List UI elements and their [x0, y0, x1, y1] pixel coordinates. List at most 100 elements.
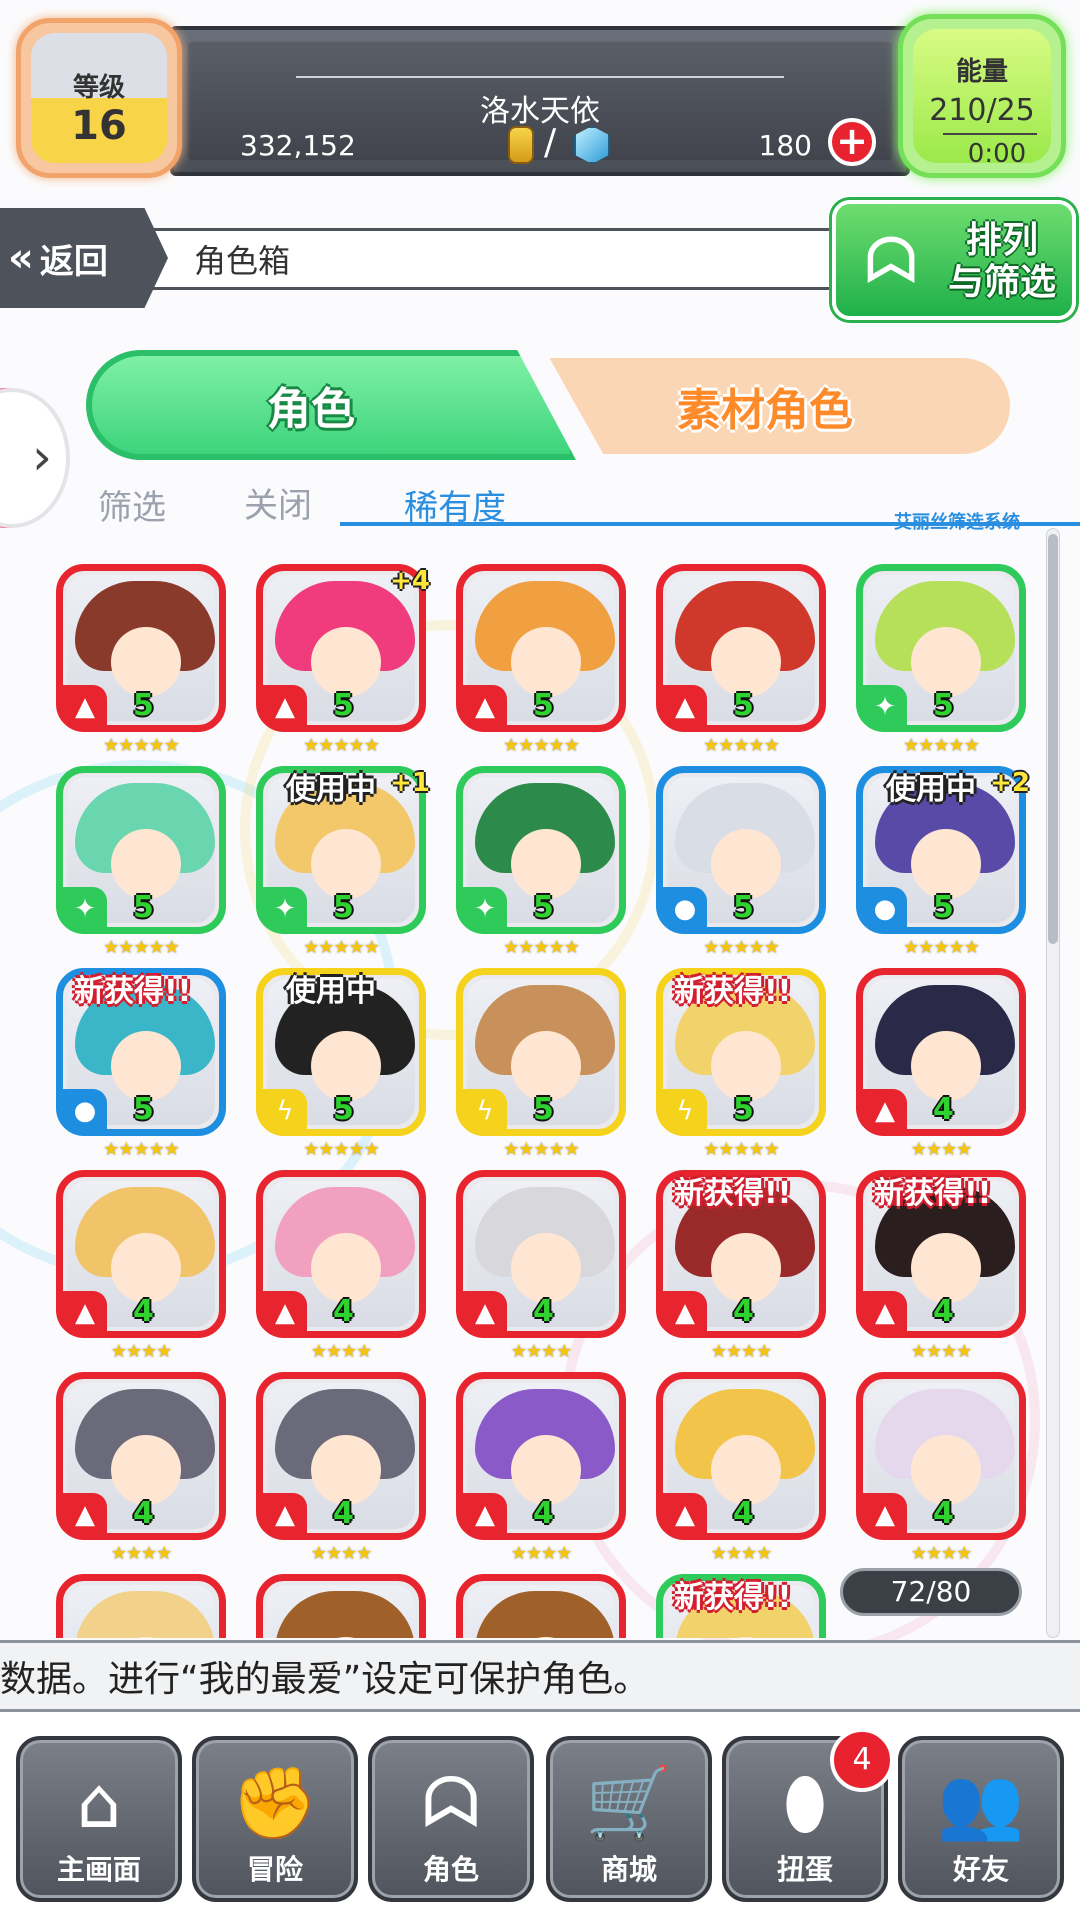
purchase-plus-button[interactable]: + [828, 118, 876, 166]
rarity-value: 5 [533, 688, 554, 723]
character-card[interactable]: ● 5 ★★★★★ +2 使用中 [856, 766, 1030, 958]
energy-timer: 0:00 [967, 139, 1027, 169]
nav-button-handshake[interactable]: ✊ 冒险 [192, 1736, 358, 1902]
character-card[interactable]: ● 5 ★★★★★ [656, 766, 826, 958]
energy-value: 210/25 [929, 93, 1035, 128]
character-card[interactable]: ● 5 ★★★★★ 新获得!! [56, 968, 226, 1160]
character-card[interactable]: ▲ 5 ★★★★★ [56, 564, 226, 756]
in-use-badge: 使用中 [286, 772, 376, 807]
fire-element-icon: ▲ [63, 1493, 107, 1537]
energy-panel: 能量 210/25 0:00 [913, 29, 1051, 169]
currency-separator: / [544, 122, 557, 163]
rarity-stars: ★★★★ [510, 1341, 573, 1362]
character-card[interactable]: ▲ 4 ★★★★ [56, 1170, 226, 1362]
rarity-stars: ★★★★★ [903, 735, 980, 756]
character-card[interactable]: ▲ 4 ★★★★ [856, 1372, 1026, 1564]
fire-element-icon: ▲ [263, 685, 307, 729]
rarity-value: 5 [733, 1092, 754, 1127]
water-element-icon: ● [663, 887, 707, 931]
tab-characters[interactable]: 角色 [86, 350, 576, 460]
rarity-stars: ★★★★★ [103, 735, 180, 756]
character-card[interactable]: ▲ 5 ★★★★★ [456, 564, 626, 756]
divider [943, 133, 1037, 135]
character-card[interactable]: ▲ 4 ★★★★ 新获得!! [656, 1170, 826, 1362]
rarity-value: 5 [133, 688, 154, 723]
character-card[interactable]: ϟ 5 ★★★★★ 使用中 [256, 968, 426, 1160]
energy-badge[interactable]: 能量 210/25 0:00 [898, 14, 1066, 178]
character-card[interactable]: ▲ 4 ★★★★ [656, 1372, 826, 1564]
character-card[interactable]: ▲ [56, 1574, 226, 1638]
character-card[interactable]: ▲ 4 ★★★★ [56, 1372, 226, 1564]
character-card[interactable]: ▲ 4 ★★★★ 新获得!! [856, 1170, 1026, 1362]
character-card[interactable]: ▲ [256, 1574, 426, 1638]
rarity-value: 4 [733, 1294, 754, 1329]
portrait-face [511, 1031, 581, 1101]
handshake-icon: ✊ [231, 1762, 319, 1844]
character-card[interactable]: ▲ 4 ★★★★ [456, 1372, 626, 1564]
character-card[interactable]: ▲ [456, 1574, 626, 1638]
ticker-text: 数据。进行“我的最爱”设定可保护角色。 [0, 1659, 650, 1700]
rarity-value: 5 [333, 688, 354, 723]
plus-value: +4 [390, 566, 430, 596]
fire-element-icon: ▲ [463, 1291, 507, 1335]
filter-sort-value[interactable]: 稀有度 [404, 480, 506, 529]
filter-toggle[interactable]: 关闭 [244, 478, 312, 527]
rarity-stars: ★★★★★ [503, 1139, 580, 1160]
character-card[interactable]: ▲ 5 ★★★★★ [656, 564, 826, 756]
rarity-value: 4 [133, 1294, 154, 1329]
character-card[interactable]: ✦ 5 ★★★★★ [856, 564, 1026, 756]
portrait-face [311, 1435, 381, 1505]
bunny-icon: ᗣ [864, 225, 918, 299]
portrait-face [511, 1233, 581, 1303]
character-card[interactable]: ▲ 5 ★★★★★ +4 [256, 564, 430, 756]
nav-label: 角色 [422, 1853, 479, 1886]
card-frame: ▲ 4 [856, 968, 1026, 1136]
nav-label: 好友 [952, 1853, 1009, 1886]
portrait-face [711, 1233, 781, 1303]
rarity-value: 4 [333, 1294, 354, 1329]
crystal-icon [574, 126, 610, 164]
character-card[interactable]: ▲ 4 ★★★★ [856, 968, 1026, 1160]
nav-button-bunny[interactable]: ᗣ 角色 [368, 1736, 534, 1902]
rarity-value: 4 [333, 1496, 354, 1531]
card-frame: ▲ 4 [256, 1170, 426, 1338]
character-card[interactable]: ϟ 5 ★★★★★ 新获得!! [656, 968, 826, 1160]
rarity-value: 5 [333, 1092, 354, 1127]
character-card[interactable]: ▲ 4 ★★★★ [256, 1170, 426, 1362]
fire-element-icon: ▲ [463, 1493, 507, 1537]
plus-value: +2 [990, 768, 1030, 798]
fire-element-icon: ▲ [263, 1291, 307, 1335]
portrait-face [111, 627, 181, 697]
character-card[interactable]: ✦新获得!! [656, 1574, 826, 1638]
card-frame: ✦ 5 [456, 766, 626, 934]
rarity-stars: ★★★★ [310, 1341, 373, 1362]
character-card[interactable]: ✦ 5 ★★★★★ [56, 766, 226, 958]
tab-material-characters[interactable]: 素材角色 [549, 358, 1010, 454]
character-card[interactable]: ✦ 5 ★★★★★ [456, 766, 626, 958]
rarity-value: 5 [533, 890, 554, 925]
portrait-face [511, 1435, 581, 1505]
character-card[interactable]: ϟ 5 ★★★★★ [456, 968, 626, 1160]
new-badge: 新获得!! [674, 1176, 792, 1211]
rarity-stars: ★★★★★ [303, 1139, 380, 1160]
character-card[interactable]: ▲ 4 ★★★★ [256, 1372, 426, 1564]
sort-filter-button[interactable]: ᗣ 排列 与筛选 [832, 200, 1076, 320]
wood-element-icon: ✦ [63, 887, 107, 931]
rarity-stars: ★★★★ [910, 1139, 973, 1160]
scrollbar-thumb[interactable] [1048, 534, 1058, 944]
nav-button-friends[interactable]: 👥 好友 [898, 1736, 1064, 1902]
filter-system-label: 艾丽丝筛选系统 [894, 512, 1020, 533]
wood-element-icon: ✦ [463, 887, 507, 931]
home-icon: ⌂ [76, 1762, 122, 1844]
filter-row[interactable]: 筛选 关闭 稀有度 艾丽丝筛选系统 [40, 478, 1080, 533]
new-badge: 新获得!! [874, 1176, 992, 1211]
nav-button-cart[interactable]: 🛒 商城 [546, 1736, 712, 1902]
cart-icon: 🛒 [585, 1762, 673, 1844]
back-button[interactable]: « 返回 [0, 208, 168, 308]
character-card[interactable]: ✦ 5 ★★★★★ +1 使用中 [256, 766, 430, 958]
fire-element-icon: ▲ [663, 1291, 707, 1335]
character-card[interactable]: ▲ 4 ★★★★ [456, 1170, 626, 1362]
rarity-stars: ★★★★★ [303, 937, 380, 958]
nav-button-home[interactable]: ⌂ 主画面 [16, 1736, 182, 1902]
rarity-stars: ★★★★ [710, 1341, 773, 1362]
